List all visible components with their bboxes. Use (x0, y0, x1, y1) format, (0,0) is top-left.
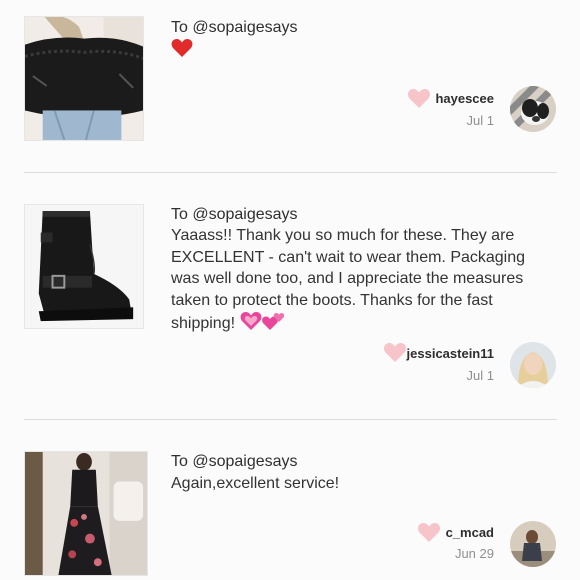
review-item: To @sopaigesays hayescee Jul 1 (0, 0, 580, 172)
review-date: Jul 1 (466, 368, 494, 383)
review-message: Yaaass!! Thank you so much for these. Th… (171, 225, 541, 335)
recipient-line: To @sopaigesays (171, 453, 298, 470)
avatar[interactable] (510, 86, 556, 132)
product-thumbnail-lace-top[interactable] (24, 16, 144, 141)
review-item: To @sopaigesays Yaaass!! Thank you so mu… (0, 173, 580, 419)
review-message: Again,excellent service! (171, 475, 340, 492)
review-date: Jun 29 (454, 546, 494, 561)
review-date: Jul 1 (466, 113, 494, 128)
avatar[interactable] (510, 521, 556, 567)
recipient-line: To @sopaigesays (171, 206, 298, 223)
red-heart-emoji (171, 39, 193, 57)
reviewer-username[interactable]: jessicastein11 (407, 346, 494, 361)
avatar[interactable] (510, 342, 556, 388)
two-hearts-emoji (261, 313, 284, 330)
review-message (171, 38, 541, 62)
like-heart-icon[interactable] (417, 521, 441, 543)
reviewer-username[interactable]: hayescee (435, 91, 494, 106)
like-heart-icon[interactable] (407, 87, 431, 109)
review-item: To @sopaigesays Again,excellent service!… (0, 420, 580, 580)
product-thumbnail-boots[interactable] (24, 204, 144, 329)
like-heart-icon[interactable] (383, 341, 407, 363)
sparkling-heart-emoji (240, 312, 261, 330)
recipient-line: To @sopaigesays (171, 19, 298, 36)
review-message-text: Yaaass!! Thank you so much for these. Th… (171, 227, 526, 332)
reviewer-username[interactable]: c_mcad (446, 525, 494, 540)
product-thumbnail-floral-dress[interactable] (24, 451, 148, 576)
